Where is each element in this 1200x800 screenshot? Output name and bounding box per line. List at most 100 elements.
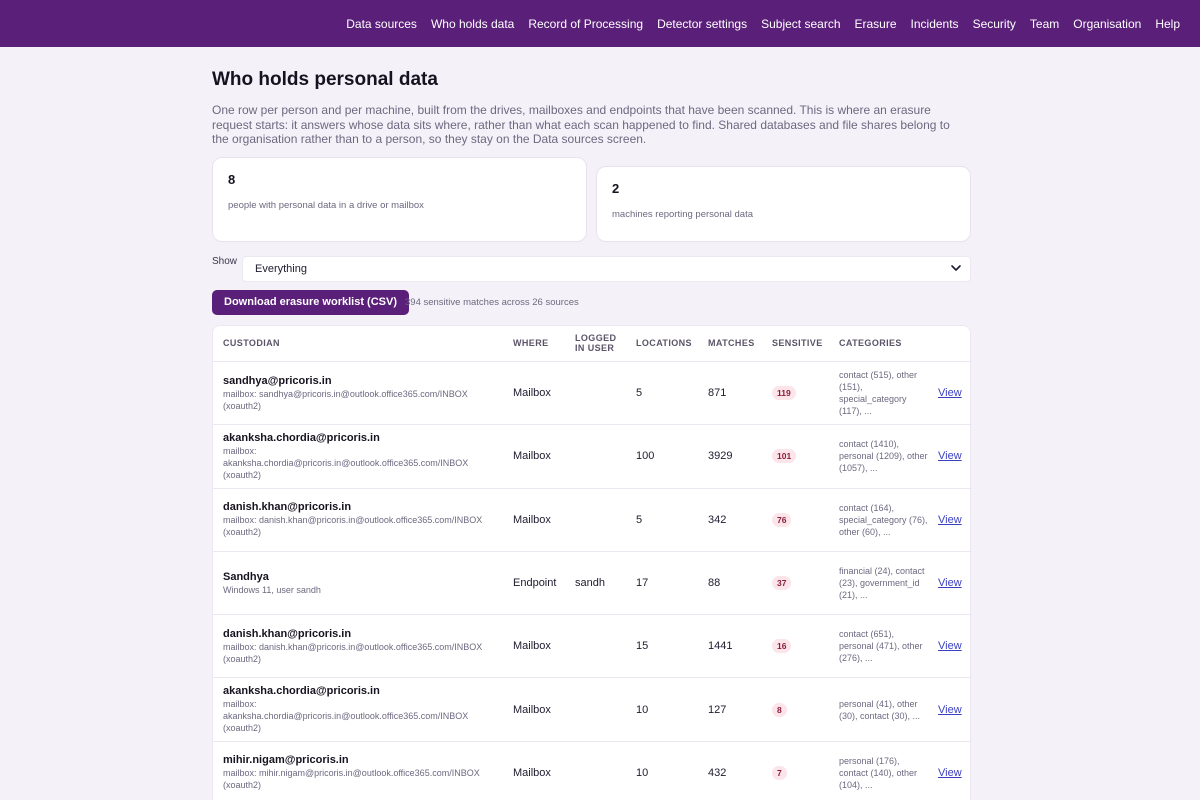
people-stat-card: 8 people with personal data in a drive o… [212, 156, 587, 242]
people-label: people with personal data in a drive or … [228, 199, 424, 211]
action-cell: View [928, 488, 972, 552]
categories-text: financial (24), contact (23), government… [839, 566, 925, 601]
show-filter-value: Everything [255, 262, 307, 275]
download-erasure-worklist-button[interactable]: Download erasure worklist (CSV) [212, 289, 409, 315]
nav-security[interactable]: Security [973, 17, 1016, 31]
nav-erasure[interactable]: Erasure [855, 17, 897, 31]
logged-in-user-cell [565, 741, 626, 800]
custodian-name: danish.khan@pricoris.in [223, 627, 352, 640]
table-row: akanksha.chordia@pricoris.in mailbox: ak… [213, 424, 972, 489]
logged-in-user-cell [565, 424, 626, 489]
where-cell: Mailbox [503, 361, 565, 426]
nav-team[interactable]: Team [1030, 17, 1059, 31]
sensitive-cell: 8 [762, 677, 829, 742]
nav-help[interactable]: Help [1155, 17, 1180, 31]
page-title: Who holds personal data [212, 69, 438, 90]
machines-label: machines reporting personal data [612, 208, 754, 220]
custodian-table: CUSTODIAN WHERE LOGGED IN USER LOCATIONS… [213, 325, 972, 800]
view-link[interactable]: View [938, 450, 962, 462]
nav-who-holds-data[interactable]: Who holds data [431, 17, 514, 31]
nav-data-sources[interactable]: Data sources [346, 17, 417, 31]
locations-cell: 100 [626, 424, 698, 489]
machines-count: 2 [612, 180, 620, 196]
nav-record-of-processing[interactable]: Record of Processing [528, 17, 643, 31]
view-link[interactable]: View [938, 704, 962, 716]
show-filter-select[interactable]: Everything [242, 255, 971, 282]
custodian-cell: mihir.nigam@pricoris.in mailbox: mihir.n… [213, 741, 503, 800]
matches-cell: 127 [698, 677, 762, 742]
locations-cell: 15 [626, 614, 698, 679]
custodian-name: Sandhya [223, 570, 269, 583]
custodian-cell: Sandhya Windows 11, user sandh [213, 551, 503, 616]
locations-cell: 10 [626, 741, 698, 800]
action-cell: View [928, 361, 972, 426]
header-categories[interactable]: CATEGORIES [829, 325, 928, 362]
machines-stat-card: 2 machines reporting personal data [596, 165, 971, 242]
categories-text: contact (164), special_category (76), ot… [839, 502, 928, 537]
action-cell: View [928, 677, 972, 742]
categories-cell: contact (515), other (151), special_cate… [829, 361, 928, 426]
sensitive-badge: 8 [772, 702, 787, 717]
matches-cell: 88 [698, 551, 762, 616]
categories-text: contact (651), personal (471), other (27… [839, 629, 923, 664]
view-link[interactable]: View [938, 577, 962, 589]
custodian-cell: akanksha.chordia@pricoris.in mailbox: ak… [213, 424, 503, 489]
categories-text: contact (515), other (151), special_cate… [839, 370, 918, 417]
sensitive-cell: 7 [762, 741, 829, 800]
sensitive-badge: 101 [772, 449, 797, 464]
sensitive-cell: 76 [762, 488, 829, 552]
table-row: akanksha.chordia@pricoris.in mailbox: ak… [213, 677, 972, 742]
header-custodian[interactable]: CUSTODIAN [213, 325, 503, 362]
custodian-cell: akanksha.chordia@pricoris.in mailbox: ak… [213, 677, 503, 742]
top-nav-bar: Data sources Who holds data Record of Pr… [0, 0, 1200, 47]
categories-cell: personal (41), other (30), contact (30),… [829, 677, 928, 742]
nav-detector-settings[interactable]: Detector settings [657, 17, 747, 31]
sensitive-badge: 119 [772, 386, 796, 401]
custodian-name: akanksha.chordia@pricoris.in [223, 685, 380, 698]
page-intro: One row per person and per machine, buil… [212, 103, 950, 146]
custodian-detail: mailbox: akanksha.chordia@pricoris.in@ou… [223, 699, 469, 734]
matches-cell: 871 [698, 361, 762, 426]
show-label: Show [212, 255, 238, 267]
categories-text: personal (41), other (30), contact (30),… [839, 698, 921, 721]
table-row: mihir.nigam@pricoris.in mailbox: mihir.n… [213, 741, 972, 800]
table-row: danish.khan@pricoris.in mailbox: danish.… [213, 488, 972, 552]
header-where[interactable]: WHERE [503, 325, 565, 362]
main-content: Who holds personal data One row per pers… [212, 47, 972, 800]
custodian-name: danish.khan@pricoris.in [223, 501, 352, 514]
header-matches[interactable]: MATCHES [698, 325, 762, 362]
table-row: danish.khan@pricoris.in mailbox: danish.… [213, 614, 972, 679]
table-row: sandhya@pricoris.in mailbox: sandhya@pri… [213, 361, 972, 426]
custodian-cell: danish.khan@pricoris.in mailbox: danish.… [213, 488, 503, 552]
view-link[interactable]: View [938, 767, 962, 779]
sensitive-summary: 394 sensitive matches across 26 sources [405, 296, 579, 308]
where-cell: Mailbox [503, 488, 565, 552]
stats-row: 8 people with personal data in a drive o… [212, 156, 971, 247]
locations-cell: 5 [626, 361, 698, 426]
custodian-name: akanksha.chordia@pricoris.in [223, 431, 380, 444]
header-sensitive[interactable]: SENSITIVE [762, 325, 829, 362]
view-link[interactable]: View [938, 640, 962, 652]
view-link[interactable]: View [938, 387, 962, 399]
matches-cell: 3929 [698, 424, 762, 489]
categories-cell: contact (1410), personal (1209), other (… [829, 424, 928, 489]
where-cell: Endpoint [503, 551, 565, 616]
locations-cell: 5 [626, 488, 698, 552]
categories-text: contact (1410), personal (1209), other (… [839, 439, 928, 474]
header-locations[interactable]: LOCATIONS [626, 325, 698, 362]
action-cell: View [928, 741, 972, 800]
header-logged-in-user[interactable]: LOGGED IN USER [565, 325, 626, 362]
matches-cell: 1441 [698, 614, 762, 679]
sensitive-badge: 16 [772, 639, 792, 654]
action-cell: View [928, 424, 972, 489]
header-actions [928, 325, 972, 362]
nav-subject-search[interactable]: Subject search [761, 17, 840, 31]
matches-cell: 342 [698, 488, 762, 552]
nav-organisation[interactable]: Organisation [1073, 17, 1141, 31]
nav-incidents[interactable]: Incidents [911, 17, 959, 31]
view-link[interactable]: View [938, 514, 962, 526]
sensitive-cell: 16 [762, 614, 829, 679]
table-row: Sandhya Windows 11, user sandh Endpoint … [213, 551, 972, 616]
custodian-detail: mailbox: akanksha.chordia@pricoris.in@ou… [223, 445, 469, 480]
logged-in-user-cell [565, 614, 626, 679]
